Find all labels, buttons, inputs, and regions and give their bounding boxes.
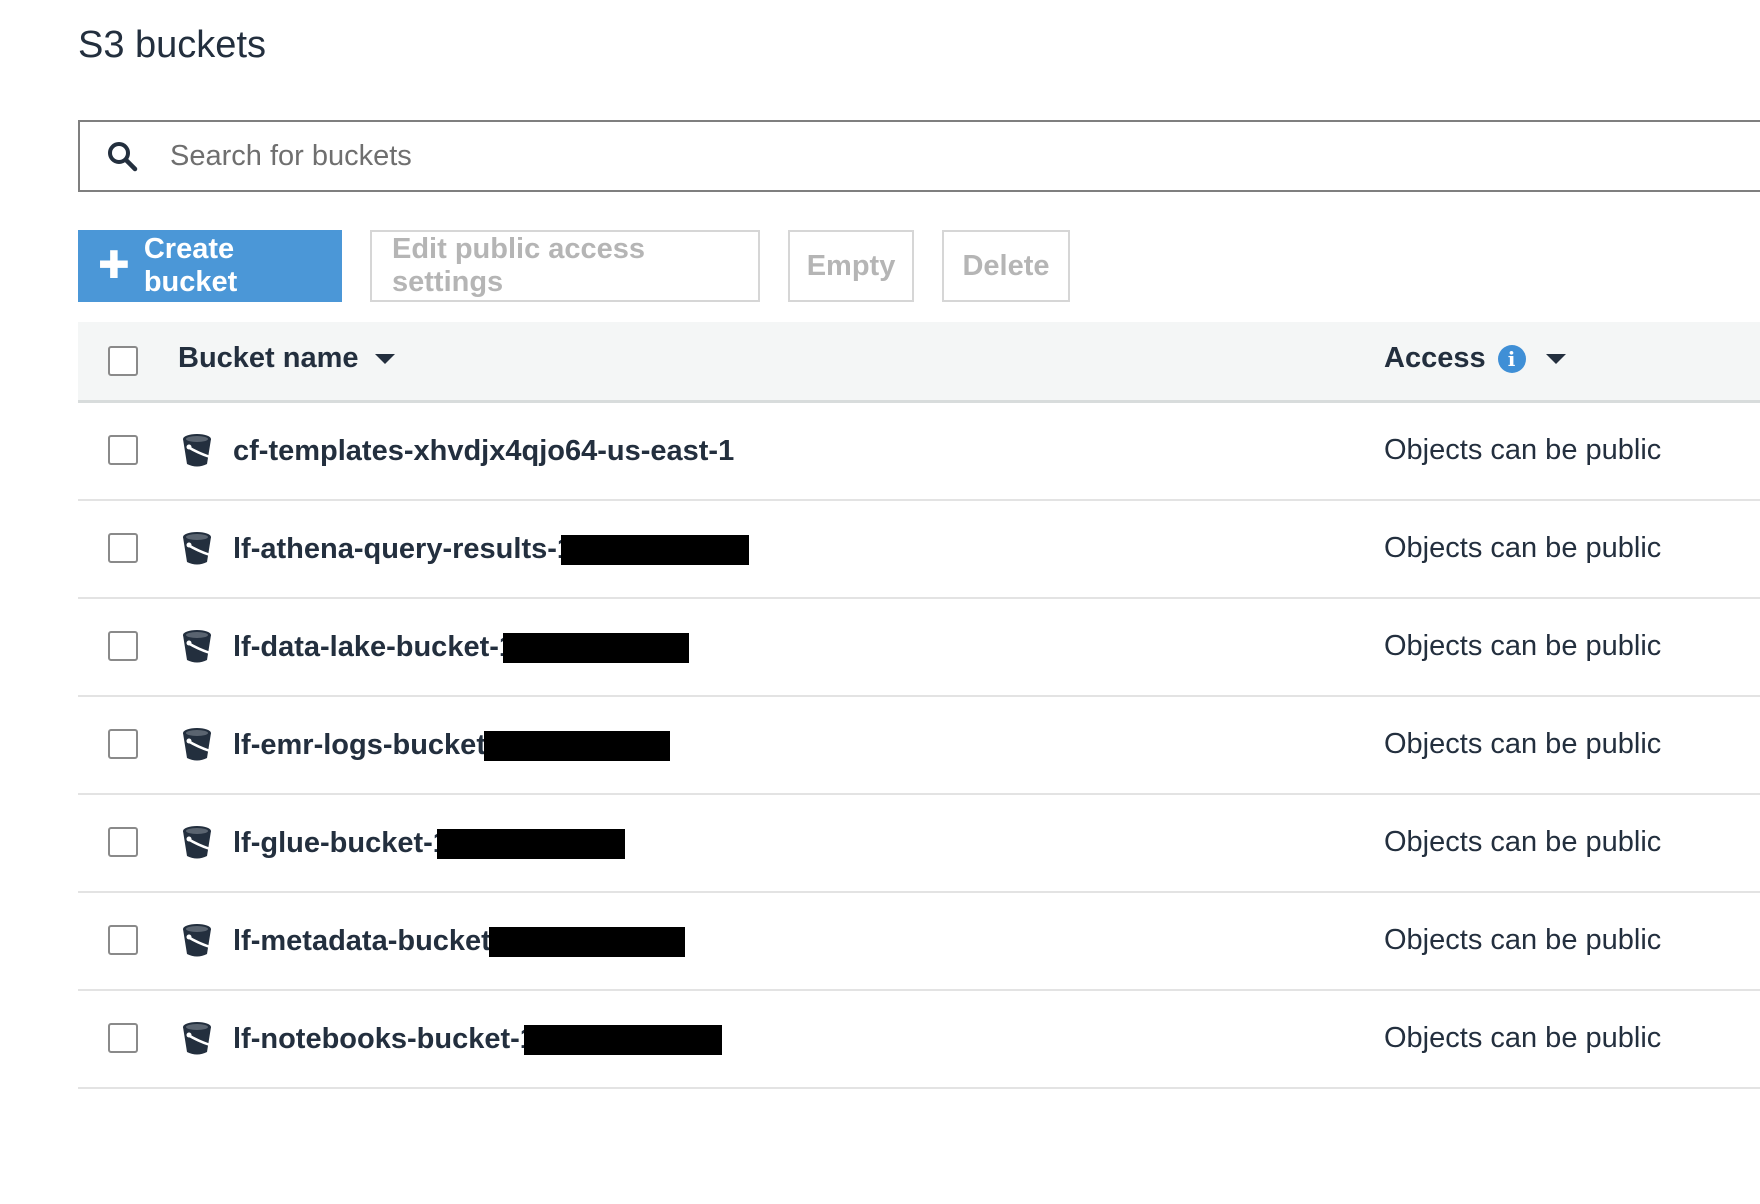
access-status: Objects can be public — [1384, 434, 1662, 466]
bucket-name-text: cf-templates-xhvdjx4qjo64-us-east-1 — [233, 435, 735, 467]
buckets-table: Bucket name Access i cf-templates-xhvdjx… — [78, 322, 1760, 1089]
create-bucket-button[interactable]: ✚ Create bucket — [78, 230, 342, 302]
bucket-icon — [183, 1022, 211, 1055]
column-header-bucket-name[interactable]: Bucket name — [178, 342, 395, 375]
table-row[interactable]: lf-data-lake-bucket-1 Objects can be publ… — [78, 599, 1760, 697]
table-row[interactable]: lf-emr-logs-bucket- Objects can be public — [78, 697, 1760, 795]
select-all-checkbox[interactable] — [108, 346, 138, 376]
bucket-name-link[interactable]: lf-data-lake-bucket-1 — [233, 631, 690, 664]
table-row[interactable]: lf-athena-query-results-1 Objects can be … — [78, 501, 1760, 599]
table-row[interactable]: lf-metadata-bucket- Objects can be public — [78, 893, 1760, 991]
table-row[interactable]: cf-templates-xhvdjx4qjo64-us-east-1 Objec… — [78, 403, 1760, 501]
edit-public-access-button[interactable]: Edit public access settings — [370, 230, 760, 302]
delete-label: Delete — [962, 249, 1050, 282]
delete-button[interactable]: Delete — [942, 230, 1070, 302]
column-header-access[interactable]: Access i — [1384, 342, 1566, 375]
s3-buckets-page: S3 buckets ✚ Create bucket Edit public a… — [0, 0, 1760, 1204]
page-title: S3 buckets — [78, 24, 266, 66]
table-row[interactable]: lf-notebooks-bucket-1 Objects can be publ… — [78, 991, 1760, 1089]
create-bucket-label: Create bucket — [143, 233, 238, 298]
redacted-block — [436, 828, 625, 859]
search-box[interactable] — [78, 120, 1760, 192]
toolbar: ✚ Create bucket Edit public access setti… — [78, 230, 1070, 302]
bucket-name-link[interactable]: lf-metadata-bucket- — [233, 925, 685, 958]
edit-public-access-label: Edit public access settings — [392, 233, 646, 298]
bucket-name-text: lf-emr-logs-bucket- — [233, 729, 496, 761]
access-status: Objects can be public — [1384, 826, 1662, 858]
redacted-block — [523, 1024, 722, 1055]
bucket-icon — [183, 434, 211, 467]
bucket-icon — [183, 532, 211, 565]
search-icon — [102, 136, 142, 176]
table-row[interactable]: lf-glue-bucket-1 Objects can be public — [78, 795, 1760, 893]
bucket-name-text: lf-metadata-bucket- — [233, 925, 501, 957]
caret-down-icon — [1545, 353, 1566, 364]
bucket-name-text: lf-glue-bucket-1 — [233, 827, 449, 859]
access-status: Objects can be public — [1384, 1022, 1662, 1054]
row-checkbox[interactable] — [108, 827, 138, 857]
redacted-block — [488, 926, 685, 957]
table-body: cf-templates-xhvdjx4qjo64-us-east-1 Objec… — [78, 403, 1760, 1089]
bucket-name-link[interactable]: lf-notebooks-bucket-1 — [233, 1023, 722, 1056]
bucket-name-link[interactable]: lf-athena-query-results-1 — [233, 533, 750, 566]
info-icon[interactable]: i — [1497, 344, 1526, 373]
bucket-icon — [183, 630, 211, 663]
row-checkbox[interactable] — [108, 533, 138, 563]
bucket-icon — [183, 826, 211, 859]
bucket-name-link[interactable]: cf-templates-xhvdjx4qjo64-us-east-1 — [233, 435, 734, 468]
table-header: Bucket name Access i — [78, 322, 1760, 403]
row-checkbox[interactable] — [108, 925, 138, 955]
empty-label: Empty — [806, 249, 896, 282]
access-status: Objects can be public — [1384, 630, 1662, 662]
empty-button[interactable]: Empty — [788, 230, 914, 302]
access-status: Objects can be public — [1384, 924, 1662, 956]
bucket-icon — [183, 924, 211, 957]
plus-icon: ✚ — [98, 245, 130, 287]
bucket-name-text: lf-notebooks-bucket-1 — [233, 1023, 536, 1055]
redacted-block — [561, 534, 750, 565]
bucket-icon — [183, 728, 211, 761]
column-header-bucket-name-label: Bucket name — [178, 342, 359, 374]
row-checkbox[interactable] — [108, 435, 138, 465]
search-input[interactable] — [168, 138, 1672, 174]
row-checkbox[interactable] — [108, 729, 138, 759]
bucket-name-text: lf-data-lake-bucket-1 — [233, 631, 516, 663]
redacted-block — [483, 730, 670, 761]
bucket-name-link[interactable]: lf-glue-bucket-1 — [233, 827, 625, 860]
access-status: Objects can be public — [1384, 728, 1662, 760]
row-checkbox[interactable] — [108, 1023, 138, 1053]
row-checkbox[interactable] — [108, 631, 138, 661]
caret-down-icon — [374, 353, 395, 364]
column-header-access-label: Access — [1384, 342, 1486, 374]
access-status: Objects can be public — [1384, 532, 1662, 564]
redacted-block — [503, 632, 690, 663]
bucket-name-link[interactable]: lf-emr-logs-bucket- — [233, 729, 670, 762]
bucket-name-text: lf-athena-query-results-1 — [233, 533, 574, 565]
